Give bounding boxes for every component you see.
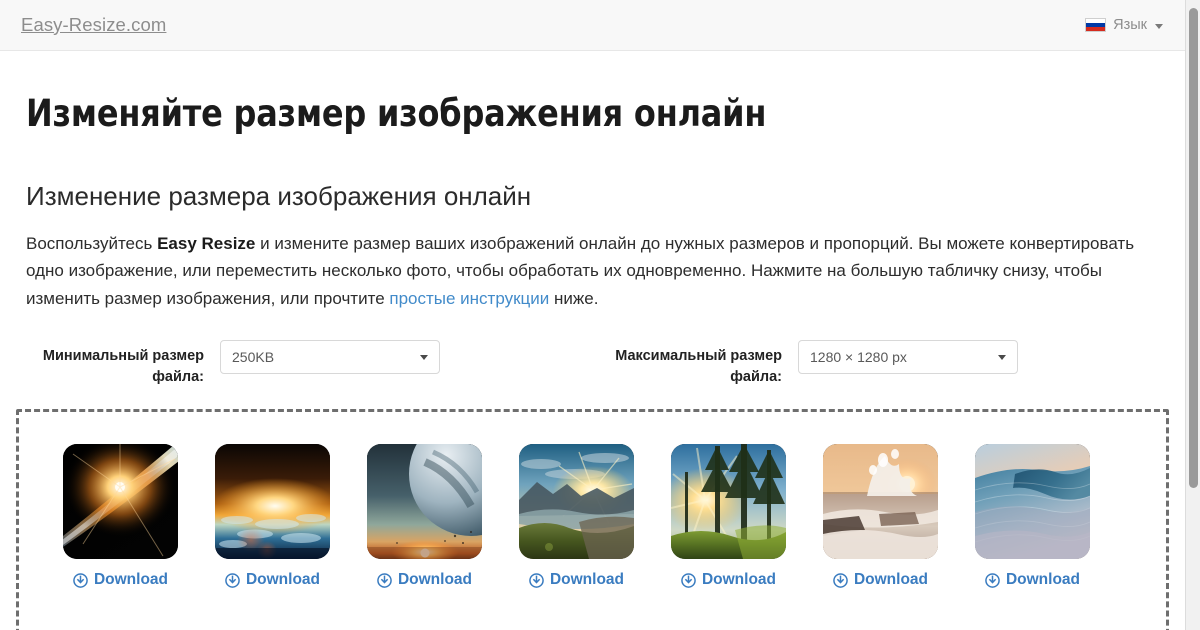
thumbnail-image-6[interactable] xyxy=(823,444,938,560)
language-label: Язык xyxy=(1113,17,1147,33)
download-label: Download xyxy=(549,571,625,589)
download-link-1[interactable]: Download xyxy=(63,571,178,589)
vertical-scrollbar[interactable] xyxy=(1185,0,1200,630)
download-circle-icon xyxy=(833,572,848,588)
download-circle-icon xyxy=(529,572,544,588)
list-item: Download xyxy=(367,444,482,589)
list-item: Download xyxy=(215,444,330,589)
download-circle-icon xyxy=(73,572,88,588)
thumbnail-image-5[interactable] xyxy=(671,444,786,560)
main-content: Изменяйте размер изображения онлайн Изме… xyxy=(0,93,1185,630)
download-link-2[interactable]: Download xyxy=(215,571,330,589)
max-file-size-label: Максимальный размер файла: xyxy=(615,348,782,386)
browser-page: Easy-Resize.com Язык Изменяйте размер из… xyxy=(0,0,1200,630)
download-label: Download xyxy=(853,571,929,589)
download-label: Download xyxy=(93,571,169,589)
list-item: Download xyxy=(63,444,178,589)
max-file-size-value: 1280 × 1280 px xyxy=(810,349,907,366)
max-file-size-select[interactable]: 1280 × 1280 px xyxy=(798,340,1018,375)
language-selector[interactable]: Язык xyxy=(1085,17,1167,33)
min-file-size-field: Минимальный размер файла: 250KB xyxy=(26,340,612,388)
thumbnail-list: Download Download Download Download Down… xyxy=(39,444,1146,589)
chevron-down-icon xyxy=(1155,23,1163,29)
download-circle-icon xyxy=(985,572,1000,588)
download-link-4[interactable]: Download xyxy=(519,571,634,589)
navbar: Easy-Resize.com Язык xyxy=(0,0,1185,51)
download-link-7[interactable]: Download xyxy=(975,571,1090,589)
page-viewport: Easy-Resize.com Язык Изменяйте размер из… xyxy=(0,0,1185,630)
thumbnail-image-4[interactable] xyxy=(519,444,634,560)
intro-text-part3: ниже. xyxy=(549,288,599,308)
site-brand-link[interactable]: Easy-Resize.com xyxy=(21,15,166,35)
download-circle-icon xyxy=(681,572,696,588)
thumbnail-image-2[interactable] xyxy=(215,444,330,560)
chevron-down-icon xyxy=(998,355,1006,361)
download-label: Download xyxy=(701,571,777,589)
scrollbar-thumb[interactable] xyxy=(1189,8,1198,488)
min-file-size-select-wrapper: 250KB xyxy=(220,340,440,375)
intro-brand-name: Easy Resize xyxy=(157,233,256,253)
min-file-size-select[interactable]: 250KB xyxy=(220,340,440,375)
download-label: Download xyxy=(397,571,473,589)
thumbnail-image-7[interactable] xyxy=(975,444,1090,560)
section-title: Изменение размера изображения онлайн xyxy=(26,181,532,212)
min-file-size-label: Минимальный размер файла: xyxy=(42,348,204,386)
download-circle-icon xyxy=(225,572,240,588)
list-item: Download xyxy=(671,444,786,589)
list-item: Download xyxy=(823,444,938,589)
file-dropzone[interactable]: Download Download Download Download Down… xyxy=(16,409,1169,630)
thumbnail-image-1[interactable] xyxy=(63,444,178,560)
simple-instructions-link[interactable]: простые инструкции xyxy=(389,289,549,308)
thumbnail-image-3[interactable] xyxy=(367,444,482,560)
download-link-5[interactable]: Download xyxy=(671,571,786,589)
download-link-3[interactable]: Download xyxy=(367,571,482,589)
max-file-size-select-wrapper: 1280 × 1280 px xyxy=(798,340,1018,375)
list-item: Download xyxy=(975,444,1090,589)
settings-row: Минимальный размер файла: 250KB Максимал… xyxy=(26,340,1161,388)
intro-text-part1: Воспользуйтесь xyxy=(26,233,158,253)
download-link-6[interactable]: Download xyxy=(823,571,938,589)
min-file-size-value: 250KB xyxy=(232,349,275,366)
page-title: Изменяйте размер изображения онлайн xyxy=(26,92,767,135)
chevron-down-icon xyxy=(420,355,428,361)
intro-paragraph: Воспользуйтесь Easy Resize и измените ра… xyxy=(26,230,1161,313)
list-item: Download xyxy=(519,444,634,589)
flag-ru-icon xyxy=(1085,18,1107,32)
download-circle-icon xyxy=(377,572,392,588)
max-file-size-field: Максимальный размер файла: 1280 × 1280 p… xyxy=(612,340,1018,388)
download-label: Download xyxy=(245,571,321,589)
download-label: Download xyxy=(1005,571,1081,589)
